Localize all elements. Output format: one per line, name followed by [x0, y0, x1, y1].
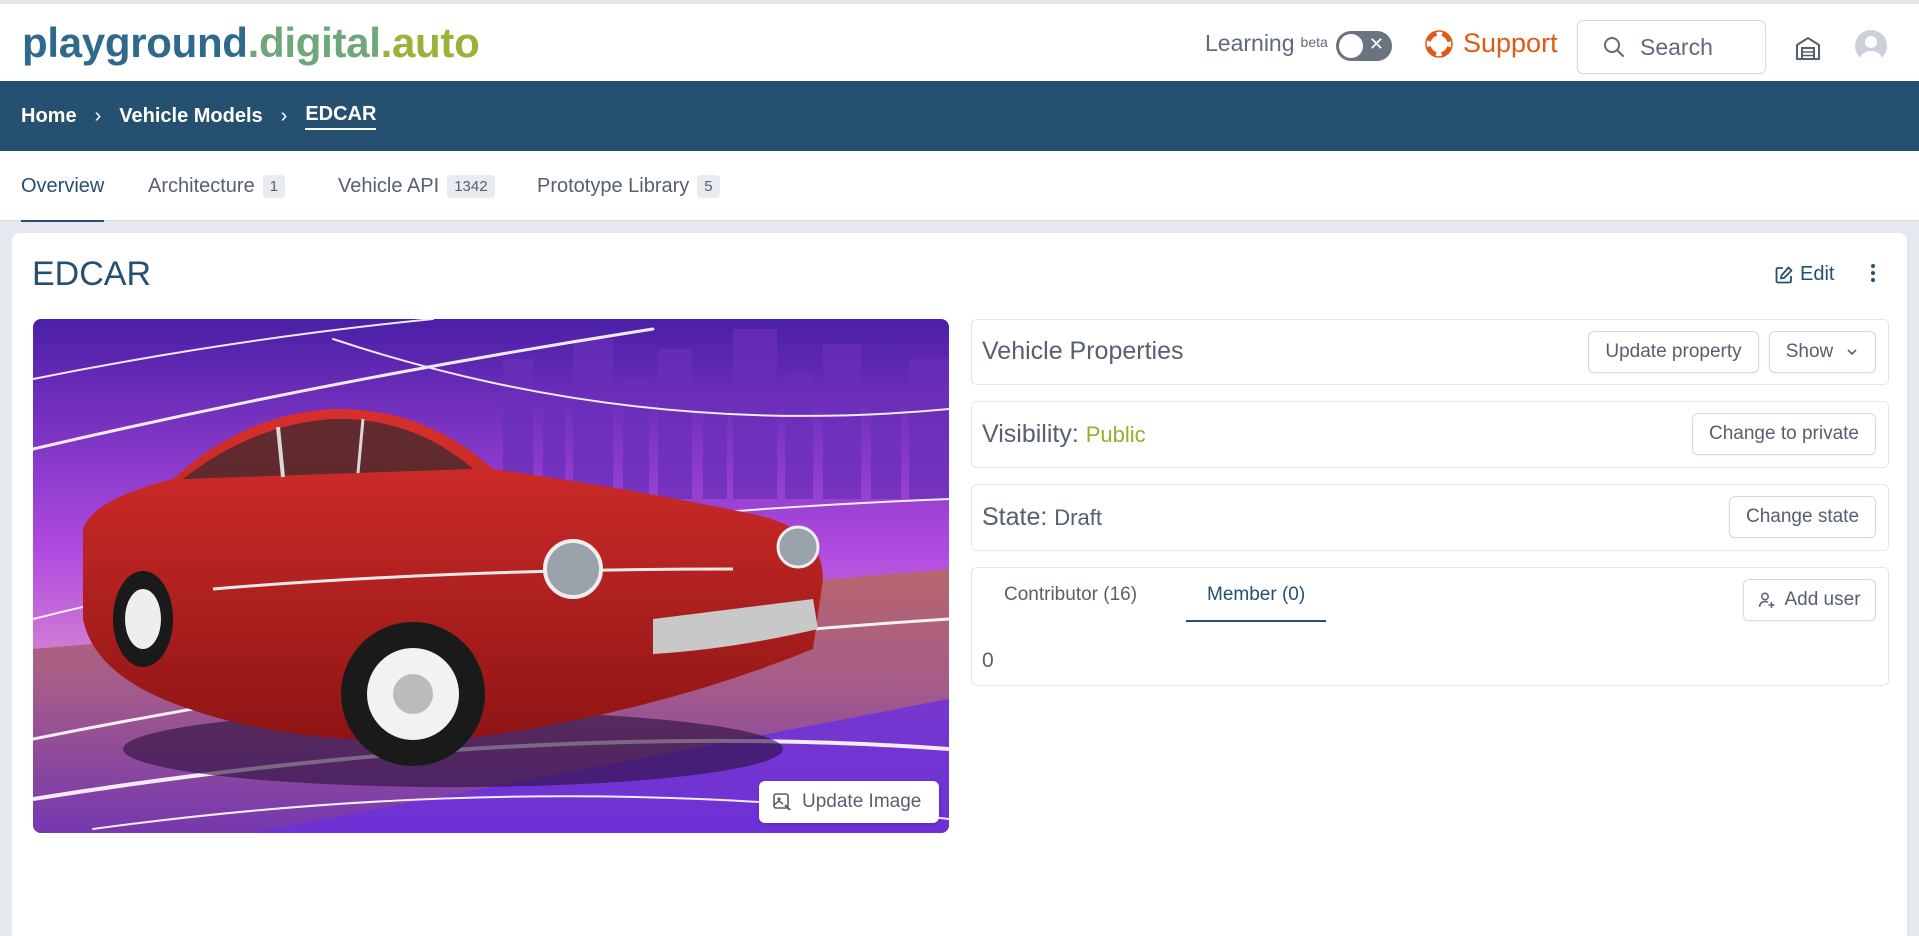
tab-label: Architecture — [148, 174, 255, 197]
members-content: 0 — [982, 649, 994, 672]
show-dropdown[interactable]: Show — [1769, 331, 1876, 373]
logo[interactable]: playground.digital.auto — [22, 18, 480, 68]
edit-icon — [1775, 266, 1793, 283]
show-label: Show — [1785, 341, 1834, 362]
toggle-knob — [1339, 34, 1363, 58]
tab-label: Vehicle API — [338, 174, 440, 197]
tab-label: Prototype Library — [537, 174, 690, 197]
learning-label: Learning — [1205, 30, 1295, 56]
breadcrumb: Home › Vehicle Models › EDCAR — [0, 81, 1919, 151]
tab-count-badge: 5 — [697, 174, 720, 198]
chevron-down-icon — [1847, 349, 1857, 356]
tab-count-badge: 1 — [262, 174, 286, 198]
tab-contributors[interactable]: Contributor (16) — [992, 568, 1149, 622]
vehicle-image-graphic — [33, 319, 949, 833]
logo-part-1: playground — [22, 19, 248, 66]
tab-bar: Overview Architecture 1 Vehicle API 1342… — [0, 151, 1919, 222]
tab-architecture[interactable]: Architecture 1 — [148, 151, 286, 221]
state-row: State: Draft — [982, 503, 1102, 532]
add-user-icon — [1759, 592, 1775, 608]
vehicle-image — [33, 319, 949, 833]
change-to-private-button[interactable]: Change to private — [1692, 413, 1876, 455]
vehicle-properties-title: Vehicle Properties — [982, 337, 1184, 365]
state-value: Draft — [1054, 505, 1102, 530]
lifebuoy-icon — [1425, 29, 1453, 58]
image-edit-icon — [773, 793, 791, 811]
tab-members[interactable]: Member (0) — [1186, 568, 1327, 622]
tab-vehicle-api[interactable]: Vehicle API 1342 — [338, 151, 495, 221]
update-property-label: Update property — [1605, 341, 1742, 362]
change-to-private-label: Change to private — [1709, 423, 1859, 444]
tab-overview[interactable]: Overview — [21, 151, 105, 222]
visibility-panel: Visibility: Public Change to private — [971, 401, 1889, 468]
state-panel: State: Draft Change state — [971, 484, 1889, 551]
edit-label: Edit — [1800, 263, 1835, 285]
page-title: EDCAR — [32, 255, 152, 293]
breadcrumb-current[interactable]: EDCAR — [305, 103, 377, 130]
update-property-button[interactable]: Update property — [1588, 331, 1759, 373]
user-icon — [1860, 36, 1882, 62]
logo-part-3: .auto — [380, 19, 480, 66]
add-user-button[interactable]: Add user — [1743, 579, 1876, 621]
visibility-label: Visibility: — [982, 420, 1079, 448]
model-overview-card: EDCAR Edit Update Image Vehicle Properti… — [12, 233, 1907, 936]
chevron-right-icon: › — [280, 104, 288, 127]
edit-button[interactable]: Edit — [1774, 263, 1834, 286]
search-placeholder: Search — [1640, 33, 1713, 60]
search-icon — [1604, 37, 1624, 57]
visibility-value: Public — [1085, 422, 1146, 447]
top-bar: playground.digital.auto Learning beta ✕ … — [0, 0, 1919, 81]
search-box[interactable]: Search — [1577, 20, 1766, 74]
support-link[interactable]: Support — [1425, 28, 1558, 59]
vehicle-properties-panel: Vehicle Properties Update property Show — [971, 319, 1889, 385]
members-panel: Contributor (16) Member (0) Add user 0 — [971, 567, 1889, 686]
breadcrumb-vehicle-models[interactable]: Vehicle Models — [119, 105, 262, 128]
tab-prototype-library[interactable]: Prototype Library 5 — [537, 151, 720, 221]
add-user-label: Add user — [1784, 589, 1861, 610]
state-label: State: — [982, 503, 1048, 531]
tab-label: Overview — [21, 174, 105, 197]
garage-icon[interactable] — [1794, 34, 1822, 62]
more-options-icon[interactable] — [1861, 261, 1885, 285]
chevron-right-icon: › — [94, 104, 102, 127]
learning-label-group: Learning beta — [1205, 30, 1328, 57]
change-state-label: Change state — [1745, 506, 1860, 527]
update-image-button[interactable]: Update Image — [759, 781, 939, 823]
support-label: Support — [1463, 28, 1558, 58]
visibility-row: Visibility: Public — [982, 420, 1146, 449]
change-state-button[interactable]: Change state — [1729, 496, 1876, 538]
breadcrumb-home[interactable]: Home — [21, 105, 77, 128]
tab-count-badge: 1342 — [447, 174, 495, 198]
learning-toggle[interactable]: ✕ — [1336, 31, 1392, 61]
tab-label: Contributor (16) — [1004, 584, 1138, 605]
toggle-off-icon: ✕ — [1368, 34, 1384, 54]
logo-part-2: .digital — [247, 19, 381, 66]
beta-label: beta — [1300, 33, 1328, 50]
update-image-label: Update Image — [802, 791, 922, 812]
tab-label: Member (0) — [1207, 584, 1306, 605]
user-avatar[interactable] — [1855, 30, 1887, 62]
